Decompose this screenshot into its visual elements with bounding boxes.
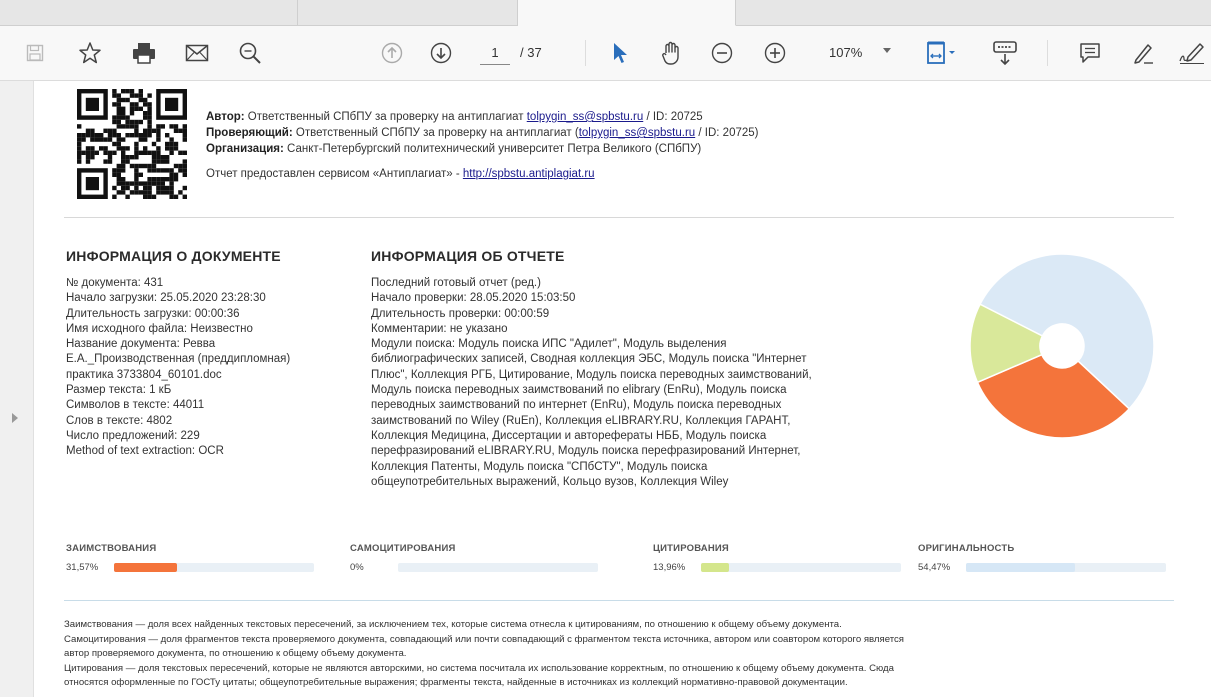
zoom-dropdown-caret-icon[interactable] <box>883 48 891 53</box>
report-info-line: Коллекция Патенты, Модуль поиска "СПбСТУ… <box>371 460 708 473</box>
report-info-line: Комментарии: не указано <box>371 322 508 335</box>
metric-borrowings: ЗАИМСТВОВАНИЯ 31,57% <box>66 543 314 573</box>
report-info-line: переводных заимствований по интернет (En… <box>371 399 782 412</box>
metric-originality: ОРИГИНАЛЬНОСТЬ 54,47% <box>918 543 1166 573</box>
fit-page-icon[interactable] <box>925 34 959 72</box>
metric-bar-fill <box>114 563 178 572</box>
zoom-level-select[interactable]: 107% <box>829 42 862 64</box>
print-icon[interactable] <box>130 34 158 72</box>
report-info-title: ИНФОРМАЦИЯ ОБ ОТЧЕТЕ <box>371 248 565 264</box>
doc-info-line: Название документа: Ревва <box>66 338 216 351</box>
doc-info-line: Символов в тексте: 44011 <box>66 399 205 412</box>
metric-value: 31,57% <box>66 562 99 573</box>
report-info-line: Модуль поиска переводных заимствований п… <box>371 384 787 397</box>
reviewer-line: Проверяющий: Ответственный СПбПУ за пров… <box>206 127 759 139</box>
doc-info-line: Е.А._Производственная (преддипломная) <box>66 353 291 366</box>
metric-bar-track <box>114 563 314 572</box>
scroll-mode-icon[interactable] <box>990 34 1020 72</box>
doc-info-line: Method of text extraction: OCR <box>66 445 224 458</box>
doc-info-line: Число предложений: 229 <box>66 429 200 442</box>
email-icon[interactable] <box>184 34 210 72</box>
search-zoom-icon[interactable] <box>237 34 263 72</box>
metric-self-citations: САМОЦИТИРОВАНИЯ 0% <box>350 543 598 573</box>
metric-bar-track <box>398 563 598 572</box>
definition-line: Цитирования — доля текстовых пересечений… <box>64 662 894 674</box>
report-info-line: Плюс", Коллекция РГБ, Цитирование, Модул… <box>371 368 812 381</box>
pdf-toolbar: 1 / 37 107% <box>0 26 1211 81</box>
hand-tool-icon[interactable] <box>658 34 686 72</box>
metric-bar-track <box>966 563 1166 572</box>
zoom-in-icon[interactable] <box>763 34 787 72</box>
metric-bar-fill <box>966 563 1075 572</box>
bookmark-star-icon[interactable] <box>77 34 103 72</box>
report-info-line: общеупотребительных выражений, Кольцо ву… <box>371 475 729 488</box>
tab-active[interactable] <box>518 0 736 26</box>
doc-info-title: ИНФОРМАЦИЯ О ДОКУМЕНТЕ <box>66 248 281 264</box>
page-down-icon[interactable] <box>429 34 453 72</box>
service-link[interactable]: http://spbstu.antiplagiat.ru <box>463 168 595 180</box>
doc-info-line: практика 3733804_60101.doc <box>66 368 222 381</box>
report-info-line: библиографических записей, Сводная колле… <box>371 353 807 366</box>
select-pointer-icon[interactable] <box>609 34 631 72</box>
author-line: Автор: Ответственный СПбПУ за проверку н… <box>206 111 703 123</box>
doc-info-line: № документа: 431 <box>66 277 164 289</box>
page-number-input[interactable]: 1 <box>480 42 510 65</box>
author-email-link[interactable]: tolpygin_ss@spbstu.ru <box>527 111 644 123</box>
doc-info-list: № документа: 431 Начало загрузки: 25.05.2… <box>66 276 290 460</box>
pie-chart <box>952 236 1172 456</box>
tab-1[interactable] <box>0 0 298 26</box>
sign-icon[interactable] <box>1178 34 1206 72</box>
expand-panel-icon[interactable] <box>12 413 18 423</box>
report-info-line: Последний готовый отчет (ред.) <box>371 277 541 289</box>
metric-label: САМОЦИТИРОВАНИЯ <box>350 543 456 554</box>
metric-value: 13,96% <box>653 562 686 573</box>
metric-value: 0% <box>350 562 364 573</box>
tab-2[interactable] <box>298 0 518 26</box>
definition-line: автор проверяемого документа, по отношен… <box>64 648 407 659</box>
doc-info-line: Длительность загрузки: 00:00:36 <box>66 307 240 320</box>
report-info-line: заимствований по Wiley (RuEn), Коллекция… <box>371 414 791 427</box>
footer-divider <box>64 600 1174 601</box>
metric-label: ЦИТИРОВАНИЯ <box>653 543 729 554</box>
header-divider <box>64 217 1174 218</box>
page-up-icon[interactable] <box>380 34 404 72</box>
report-info-line: Начало проверки: 28.05.2020 15:03:50 <box>371 292 576 305</box>
metric-bar-track <box>701 563 901 572</box>
definition-line: Заимствования — доля всех найденных текс… <box>64 619 842 630</box>
tab-strip <box>0 0 1211 26</box>
metric-value: 54,47% <box>918 562 951 573</box>
report-info-line: Длительность проверки: 00:00:59 <box>371 307 550 320</box>
doc-info-line: Имя исходного файла: Неизвестно <box>66 322 253 335</box>
metric-bar-fill <box>701 563 729 572</box>
definition-line: Самоцитирования — доля фрагментов текста… <box>64 633 904 645</box>
document-page: Автор: Ответственный СПбПУ за проверку н… <box>34 81 1211 697</box>
definition-line: относятся оформленные по ГОСТу цитаты; о… <box>64 677 848 688</box>
toolbar-divider <box>1047 40 1048 66</box>
page-total: / 37 <box>520 45 542 60</box>
qr-code-image <box>77 89 187 199</box>
report-info-list: Последний готовый отчет (ред.) Начало про… <box>371 276 812 490</box>
reviewer-email-link[interactable]: tolpygin_ss@spbstu.ru <box>579 127 696 139</box>
metric-label: ЗАИМСТВОВАНИЯ <box>66 543 157 554</box>
service-line: Отчет предоставлен сервисом «Антиплагиат… <box>206 168 595 180</box>
definitions-text: Заимствования — доля всех найденных текс… <box>64 618 1184 691</box>
report-info-line: перефразирований eLIBRARY.RU, Модуль пои… <box>371 445 801 458</box>
left-side-panel <box>0 81 34 697</box>
report-info-line: Коллекция Медицина, Диссертации и авторе… <box>371 429 767 442</box>
save-icon[interactable] <box>24 34 46 72</box>
toolbar-divider <box>585 40 586 66</box>
highlight-pen-icon[interactable] <box>1130 34 1156 72</box>
report-info-line: Модули поиска: Модуль поиска ИПС "Адилет… <box>371 338 727 351</box>
doc-info-line: Слов в тексте: 4802 <box>66 414 173 427</box>
organization-line: Организация: Санкт-Петербургский политех… <box>206 143 702 155</box>
comment-icon[interactable] <box>1078 34 1102 72</box>
zoom-out-icon[interactable] <box>710 34 734 72</box>
doc-info-line: Размер текста: 1 кБ <box>66 384 172 397</box>
metric-citations: ЦИТИРОВАНИЯ 13,96% <box>653 543 901 573</box>
doc-info-line: Начало загрузки: 25.05.2020 23:28:30 <box>66 292 266 305</box>
metric-label: ОРИГИНАЛЬНОСТЬ <box>918 543 1015 554</box>
